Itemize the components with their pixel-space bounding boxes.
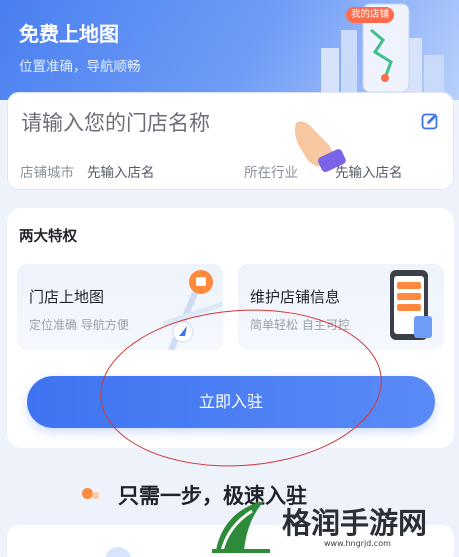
city-value[interactable]: 先输入店名	[87, 161, 155, 181]
step-icon	[105, 547, 131, 557]
privilege-subtitle: 定位准确 导航方便	[29, 318, 129, 332]
phone-store-icon	[390, 270, 432, 340]
watermark-name: 格润手游网	[282, 506, 428, 540]
industry-value[interactable]: 先输入店名	[335, 161, 403, 181]
my-store-tag: 我的店铺	[346, 7, 394, 23]
privilege-title: 维护店铺信息	[250, 288, 341, 306]
hero-subtitle: 位置准确，导航顺畅	[19, 59, 141, 75]
watermark: 格润手游网 www.hngrjd.com	[212, 495, 459, 557]
privilege-title: 门店上地图	[29, 288, 105, 306]
industry-label: 所在行业	[244, 165, 298, 181]
watermark-logo-icon	[212, 501, 270, 553]
hero-banner: 免费上地图 位置准确，导航顺畅 我的店铺	[0, 0, 459, 100]
store-name-input[interactable]: 请输入您的门店名称	[21, 107, 210, 137]
city-label: 店铺城市	[20, 165, 74, 181]
watermark-url: www.hngrjd.com	[324, 539, 391, 548]
privileges-title: 两大特权	[19, 229, 77, 245]
hero-title: 免费上地图	[19, 22, 119, 46]
decor-dot-icon	[92, 492, 99, 499]
store-form-card: 请输入您的门店名称 店铺城市 先输入店名 所在行业 先输入店名	[7, 92, 454, 190]
edit-icon[interactable]	[421, 112, 439, 130]
